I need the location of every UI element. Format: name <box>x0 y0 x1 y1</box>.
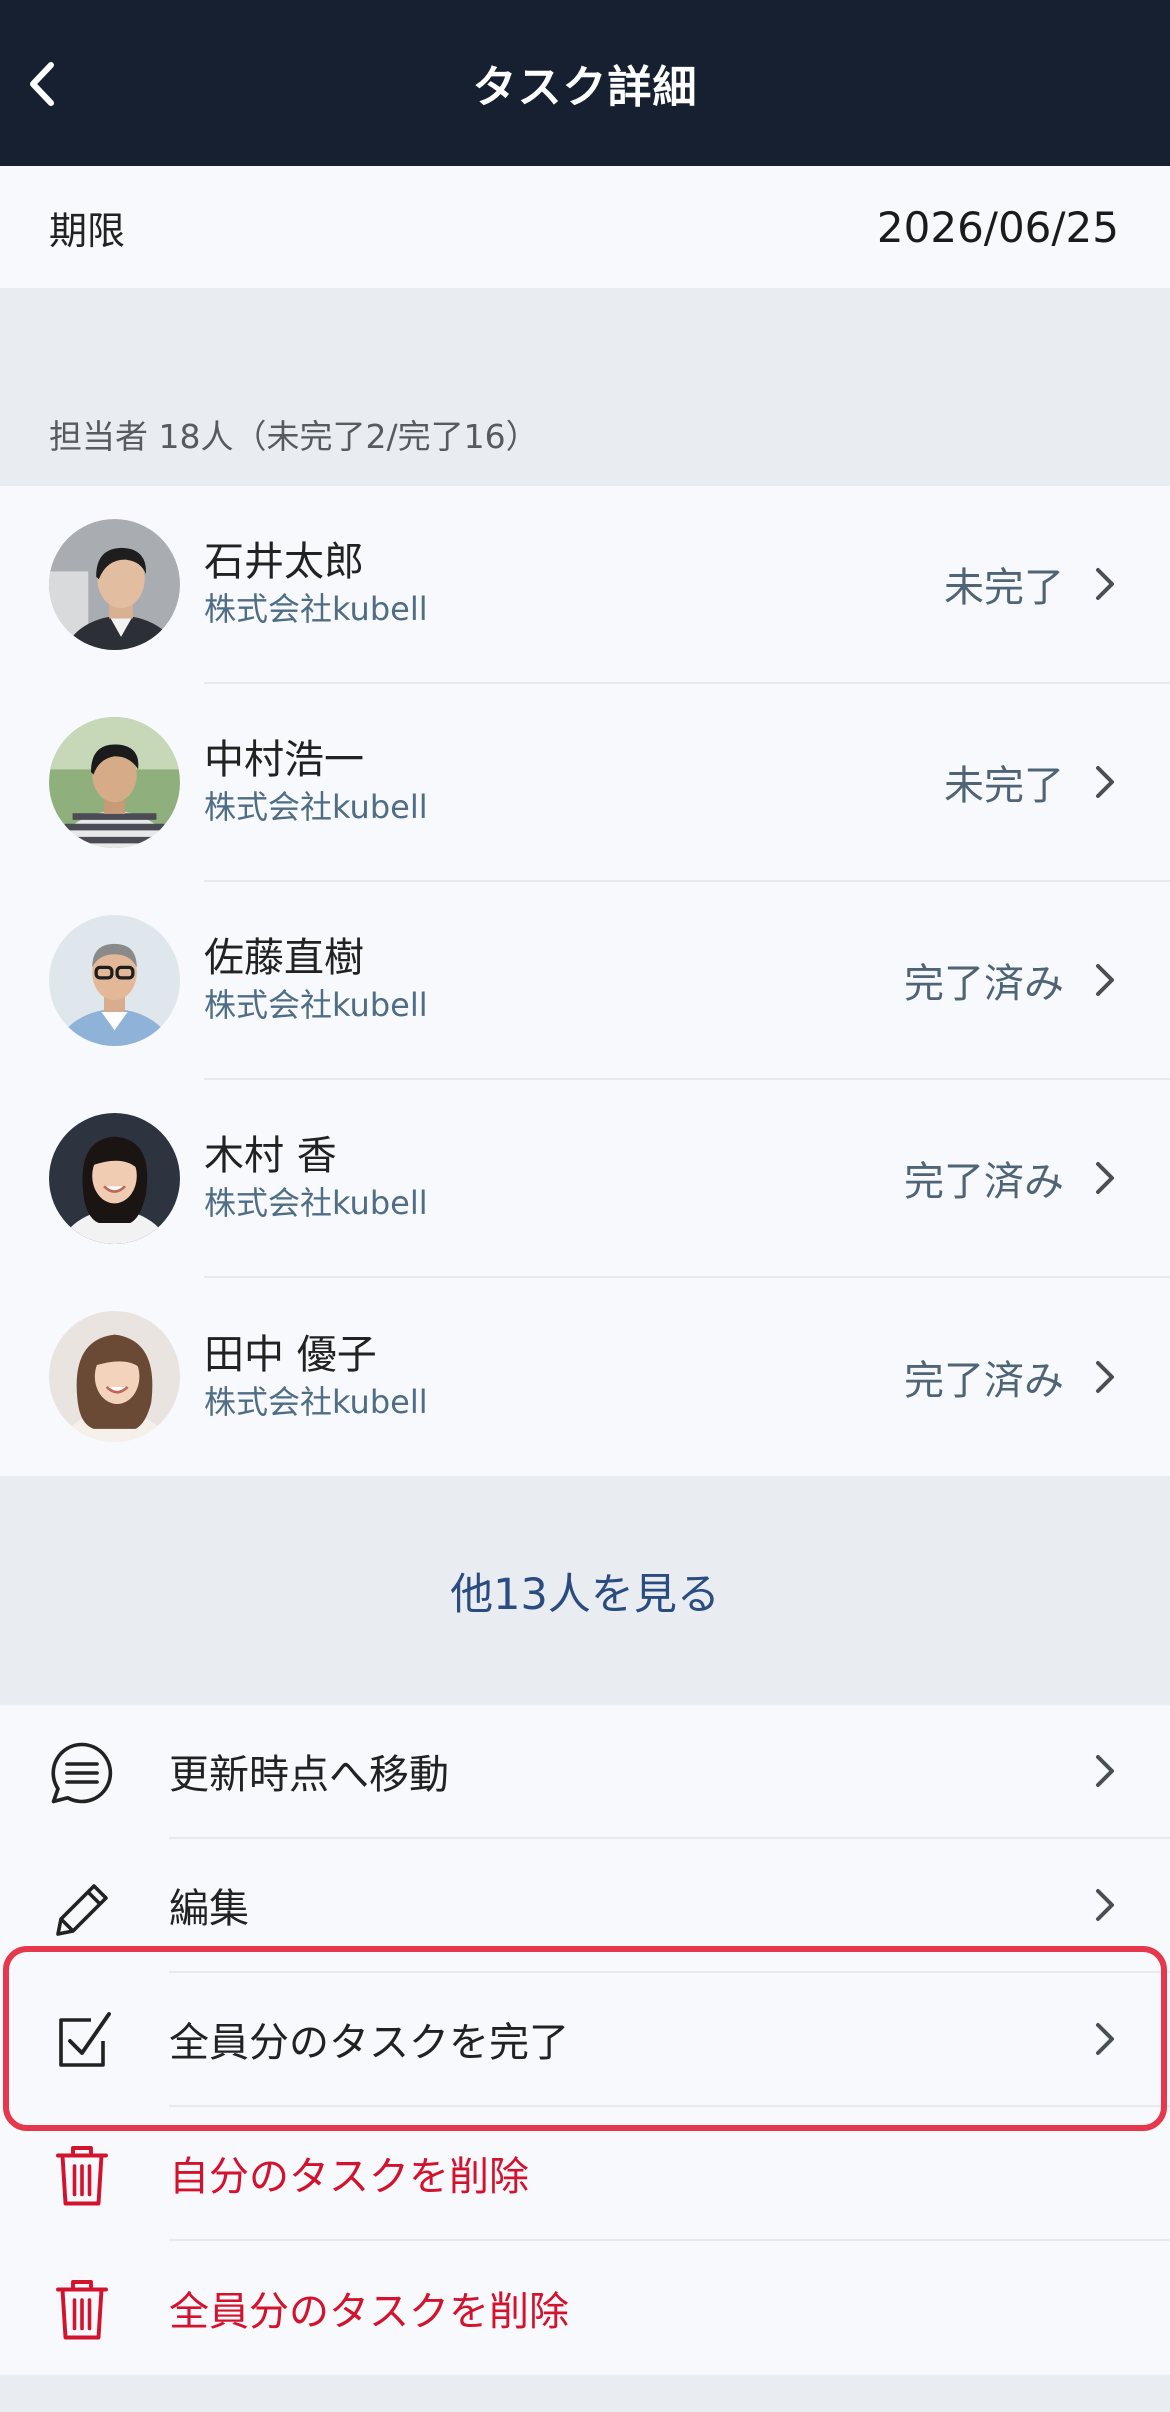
delete-my-task-button[interactable]: 自分のタスクを削除 <box>0 2107 1170 2241</box>
action-row-content: 編集 <box>169 1839 1170 1973</box>
assignee-row-content: 田中 優子 株式会社kubell 完了済み <box>204 1278 1170 1476</box>
assignee-company: 株式会社kubell <box>204 986 428 1024</box>
page-title: タスク詳細 <box>472 62 698 113</box>
assignee-row-content: 中村浩一 株式会社kubell 未完了 <box>204 684 1170 882</box>
chevron-right-icon <box>1096 1361 1114 1393</box>
assignee-company: 株式会社kubell <box>204 1184 428 1222</box>
action-list: 更新時点へ移動 編集 全員分のタスクを完了 自分のタスクを削除 全員分のタスクを… <box>0 1705 1170 2375</box>
assignee-status: 完了済み <box>904 1159 1064 1205</box>
action-row-content: 全員分のタスクを完了 <box>169 1973 1170 2107</box>
trash-icon <box>46 2139 118 2211</box>
assignee-row-content: 佐藤直樹 株式会社kubell 完了済み <box>204 882 1170 1080</box>
action-label: 編集 <box>169 1886 249 1932</box>
assignee-status: 完了済み <box>904 1358 1064 1404</box>
chevron-right-icon <box>1096 568 1114 600</box>
assignee-info: 田中 優子 株式会社kubell <box>204 1330 904 1424</box>
assignee-row[interactable]: 石井太郎 株式会社kubell 未完了 <box>0 486 1170 684</box>
avatar <box>49 915 180 1046</box>
assignee-company: 株式会社kubell <box>204 590 428 628</box>
avatar <box>49 1311 180 1442</box>
action-label: 全員分のタスクを削除 <box>169 2289 569 2335</box>
task-detail-screen: タスク詳細 期限 2026/06/25 担当者 18人（未完了2/完了16） 石… <box>0 0 1170 2412</box>
due-date-row: 期限 2026/06/25 <box>0 166 1170 288</box>
avatar <box>49 519 180 650</box>
assignee-company: 株式会社kubell <box>204 788 428 826</box>
chevron-left-icon <box>30 62 54 106</box>
assignee-row[interactable]: 木村 香 株式会社kubell 完了済み <box>0 1080 1170 1278</box>
bottom-spacer <box>0 2375 1170 2412</box>
assignee-row-content: 石井太郎 株式会社kubell 未完了 <box>204 486 1170 684</box>
chevron-right-icon <box>1096 766 1114 798</box>
action-label: 更新時点へ移動 <box>169 1752 449 1798</box>
assignee-status: 未完了 <box>944 763 1064 809</box>
avatar <box>49 1113 180 1244</box>
jump-to-update-button[interactable]: 更新時点へ移動 <box>0 1705 1170 1839</box>
chevron-right-icon <box>1096 1755 1114 1787</box>
assignee-info: 石井太郎 株式会社kubell <box>204 537 944 631</box>
delete-all-tasks-button[interactable]: 全員分のタスクを削除 <box>0 2241 1170 2375</box>
assignee-info: 木村 香 株式会社kubell <box>204 1131 904 1225</box>
pencil-icon <box>46 1871 118 1943</box>
back-button[interactable] <box>18 58 66 110</box>
due-date-label: 期限 <box>49 208 126 253</box>
assignee-name: 石井太郎 <box>204 539 364 585</box>
chevron-right-icon <box>1096 1889 1114 1921</box>
action-row-content: 全員分のタスクを削除 <box>169 2241 1170 2375</box>
action-label: 全員分のタスクを完了 <box>169 2020 569 2066</box>
action-row-content: 更新時点へ移動 <box>169 1705 1170 1839</box>
assignee-name: 木村 香 <box>204 1133 337 1179</box>
due-date-value: 2026/06/25 <box>876 202 1119 252</box>
assignee-name: 中村浩一 <box>204 737 364 783</box>
see-more-link[interactable]: 他13人を見る <box>450 1560 720 1622</box>
assignee-row-content: 木村 香 株式会社kubell 完了済み <box>204 1080 1170 1278</box>
see-more-section: 他13人を見る <box>0 1476 1170 1705</box>
assignee-name: 田中 優子 <box>204 1332 377 1378</box>
action-label: 自分のタスクを削除 <box>169 2154 529 2200</box>
edit-button[interactable]: 編集 <box>0 1839 1170 1973</box>
checkbox-checked-icon <box>46 2005 118 2077</box>
assignee-status: 未完了 <box>944 565 1064 611</box>
chevron-right-icon <box>1096 2023 1114 2055</box>
assignees-section-header: 担当者 18人（未完了2/完了16） <box>0 288 1170 486</box>
chat-list-icon <box>46 1737 118 1809</box>
chevron-right-icon <box>1096 964 1114 996</box>
trash-icon <box>46 2273 118 2345</box>
assignees-section-title: 担当者 18人（未完了2/完了16） <box>49 417 539 456</box>
assignee-row[interactable]: 中村浩一 株式会社kubell 未完了 <box>0 684 1170 882</box>
assignee-status: 完了済み <box>904 961 1064 1007</box>
assignee-info: 佐藤直樹 株式会社kubell <box>204 933 904 1027</box>
assignee-info: 中村浩一 株式会社kubell <box>204 735 944 829</box>
complete-all-tasks-button[interactable]: 全員分のタスクを完了 <box>0 1973 1170 2107</box>
assignee-row[interactable]: 佐藤直樹 株式会社kubell 完了済み <box>0 882 1170 1080</box>
assignee-name: 佐藤直樹 <box>204 935 364 981</box>
action-row-content: 自分のタスクを削除 <box>169 2107 1170 2241</box>
avatar <box>49 717 180 848</box>
assignee-row[interactable]: 田中 優子 株式会社kubell 完了済み <box>0 1278 1170 1476</box>
assignee-list: 石井太郎 株式会社kubell 未完了 中村浩一 株式会社kubell 未完了 … <box>0 486 1170 1476</box>
chevron-right-icon <box>1096 1162 1114 1194</box>
nav-header: タスク詳細 <box>0 0 1170 166</box>
assignee-company: 株式会社kubell <box>204 1383 428 1421</box>
